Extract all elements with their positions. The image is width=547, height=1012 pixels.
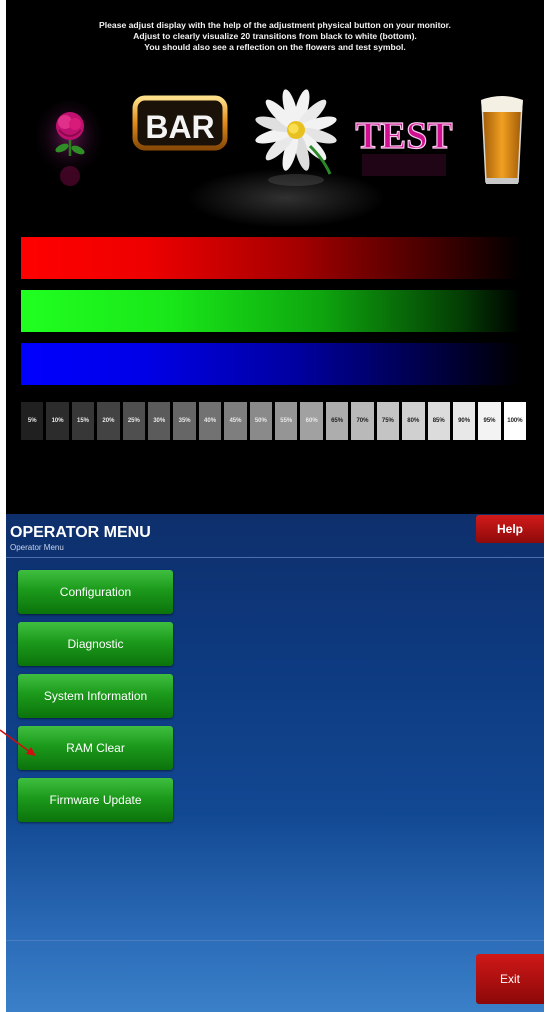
help-button[interactable]: Help [476, 515, 544, 543]
grayscale-step: 45% [224, 402, 247, 440]
blue-gradient-bar [21, 343, 521, 385]
instruction-line-1: Please adjust display with the help of t… [99, 20, 451, 30]
grayscale-step: 80% [402, 402, 425, 440]
annotation-arrow-icon [0, 729, 36, 756]
daisy-icon [255, 89, 337, 186]
page-title: OPERATOR MENU [10, 524, 151, 541]
grayscale-step: 70% [351, 402, 374, 440]
calibration-instructions: Please adjust display with the help of t… [6, 20, 544, 53]
calibration-screen: Please adjust display with the help of t… [6, 0, 544, 514]
grayscale-step: 5% [21, 402, 44, 440]
red-gradient-bar [21, 237, 521, 279]
instruction-line-2: Adjust to clearly visualize 20 transitio… [133, 31, 417, 41]
breadcrumb: Operator Menu [10, 543, 64, 552]
exit-button[interactable]: Exit [476, 954, 544, 1004]
firmware-update-button[interactable]: Firmware Update [18, 778, 173, 822]
grayscale-step: 50% [249, 402, 273, 440]
grayscale-step: 15% [71, 402, 95, 440]
test-symbol-text: TEST [355, 115, 452, 157]
grayscale-step: 55% [275, 402, 298, 440]
rose-icon [34, 100, 104, 186]
grayscale-step: 90% [452, 402, 476, 440]
beer-glass-icon [481, 96, 523, 184]
bar-symbol: BAR [132, 95, 228, 151]
screen: Please adjust display with the help of t… [6, 0, 544, 1012]
system-information-button[interactable]: System Information [18, 674, 173, 718]
grayscale-step: 40% [198, 402, 222, 440]
grayscale-step: 60% [300, 402, 323, 440]
ram-clear-button[interactable]: RAM Clear [18, 726, 173, 770]
green-gradient-bar [21, 290, 521, 332]
grayscale-step: 85% [427, 402, 450, 440]
test-symbols: BAR TEST [6, 88, 544, 228]
grayscale-step: 35% [173, 402, 196, 440]
grayscale-step: 65% [325, 402, 349, 440]
header-divider [6, 557, 544, 558]
diagnostic-button[interactable]: Diagnostic [18, 622, 173, 666]
grayscale-step: 10% [46, 402, 69, 440]
configuration-button[interactable]: Configuration [18, 570, 173, 614]
grayscale-step: 20% [97, 402, 120, 440]
operator-menu-panel: OPERATOR MENU Operator Menu Help Configu… [6, 514, 544, 1012]
grayscale-step: 25% [122, 402, 146, 440]
grayscale-step: 100% [503, 402, 527, 440]
footer-divider [6, 940, 544, 941]
grayscale-steps: 5% 10% 15% 20% 25% 30% 35% 40% 45% 50% 55% 60% 65% 70… [21, 402, 527, 440]
bar-symbol-text: BAR [145, 109, 214, 145]
grayscale-step: 30% [148, 402, 171, 440]
instruction-line-3: You should also see a reflection on the … [144, 42, 406, 52]
grayscale-step: 95% [478, 402, 501, 440]
grayscale-step: 75% [376, 402, 400, 440]
test-symbol: TEST [355, 114, 453, 176]
